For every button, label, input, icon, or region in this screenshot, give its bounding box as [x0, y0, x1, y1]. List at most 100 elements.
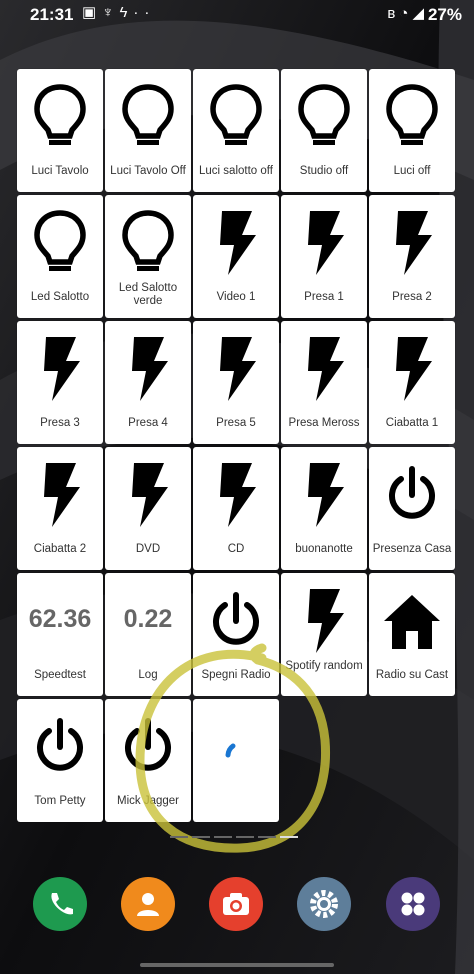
tile-video-1[interactable]: Video 1	[193, 195, 279, 318]
tile-spegni-radio[interactable]: Spegni Radio	[193, 573, 279, 696]
tile-label: Ciabatta 1	[385, 417, 439, 429]
tile-label: Mick Jagger	[117, 795, 179, 807]
tile-label: Presa 3	[40, 417, 80, 429]
power-icon	[369, 459, 455, 531]
bolt-icon	[369, 333, 455, 405]
tile-buonanotte[interactable]: buonanotte	[281, 447, 367, 570]
bolt-icon	[105, 459, 191, 531]
tile-label: Video 1	[216, 291, 256, 303]
tile-luci-salotto-off[interactable]: Luci salotto off	[193, 69, 279, 192]
tile-led-salotto[interactable]: Led Salotto	[17, 195, 103, 318]
page-dot	[236, 836, 254, 838]
bulb-icon	[17, 207, 103, 279]
tile-label: Led Salotto verde	[118, 282, 178, 307]
power-icon	[17, 711, 103, 783]
tile-presa-3[interactable]: Presa 3	[17, 321, 103, 444]
tile-presa-1[interactable]: Presa 1	[281, 195, 367, 318]
bolt-icon	[369, 207, 455, 279]
tile-label: Presa 4	[128, 417, 168, 429]
sensor-value: 0.22	[123, 605, 173, 633]
tile-ciabatta-1[interactable]: Ciabatta 1	[369, 321, 455, 444]
tile-label: CD	[227, 543, 245, 555]
tile-spotify-random[interactable]: Spotify random	[281, 573, 367, 696]
tile-luci-off[interactable]: Luci off	[369, 69, 455, 192]
tile-log[interactable]: 0.22 Log	[105, 573, 191, 696]
bulb-icon	[17, 81, 103, 153]
status-time: 21:31	[30, 5, 74, 24]
tile-label: Led Salotto	[30, 291, 90, 303]
phone-app[interactable]	[33, 877, 87, 931]
bolt-icon	[281, 207, 367, 279]
tile-presenza-casa[interactable]: Presenza Casa	[369, 447, 455, 570]
photo-icon: ▣	[82, 4, 103, 21]
system-icons: ʙ◔◢	[387, 4, 428, 22]
tile-presa-5[interactable]: Presa 5	[193, 321, 279, 444]
tile-label: Log	[138, 669, 158, 681]
bolt-icon	[281, 333, 367, 405]
tile-label: Presa 5	[216, 417, 256, 429]
apps-folder[interactable]	[386, 877, 440, 931]
tile-label: Tom Petty	[34, 795, 86, 807]
tile-speedtest[interactable]: 62.36 Speedtest	[17, 573, 103, 696]
bulb-icon	[193, 81, 279, 153]
home-icon	[369, 585, 455, 657]
bulb-icon	[281, 81, 367, 153]
bolt-icon	[193, 207, 279, 279]
tile-studio-off[interactable]: Studio off	[281, 69, 367, 192]
loading-spinner-icon	[193, 711, 279, 783]
gear-icon	[307, 887, 341, 921]
page-dot-active	[280, 836, 298, 838]
page-dot	[192, 836, 210, 838]
power-icon	[105, 711, 191, 783]
tile-loading[interactable]	[193, 699, 279, 822]
tile-label: Presa 2	[392, 291, 432, 303]
tile-label: Ciabatta 2	[33, 543, 87, 555]
tile-label: Speedtest	[34, 669, 86, 681]
tile-tom-petty[interactable]: Tom Petty	[17, 699, 103, 822]
tile-label: Studio off	[299, 165, 349, 177]
power-icon	[193, 585, 279, 657]
page-dot	[170, 836, 188, 838]
bluetooth-icon: ʙ	[387, 5, 400, 22]
notification-icons: ▣♆ϟ··	[82, 3, 155, 21]
tile-cd[interactable]: CD	[193, 447, 279, 570]
tile-label: Presenza Casa	[372, 543, 452, 555]
tile-presa-meross[interactable]: Presa Meross	[281, 321, 367, 444]
tile-presa-2[interactable]: Presa 2	[369, 195, 455, 318]
navigation-handle[interactable]	[140, 963, 334, 967]
bolt-icon	[281, 459, 367, 531]
usb-icon: ♆	[102, 4, 120, 21]
phone-icon	[45, 889, 75, 919]
camera-icon	[220, 889, 252, 919]
battery-level: 27%	[427, 5, 462, 24]
tile-label: Presa Meross	[288, 417, 360, 429]
tile-dvd[interactable]: DVD	[105, 447, 191, 570]
page-dot	[214, 836, 232, 838]
apps-icon	[398, 889, 428, 919]
tile-led-salotto-verde[interactable]: Led Salotto verde	[105, 195, 191, 318]
tile-presa-4[interactable]: Presa 4	[105, 321, 191, 444]
camera-app[interactable]	[209, 877, 263, 931]
sensor-value: 62.36	[28, 605, 92, 633]
bulb-icon	[105, 81, 191, 153]
bolt-icon	[281, 585, 367, 657]
bolt-icon	[105, 333, 191, 405]
tile-luci-tavolo[interactable]: Luci Tavolo	[17, 69, 103, 192]
settings-app[interactable]	[297, 877, 351, 931]
more-dots-icon: ··	[133, 4, 156, 21]
wifi-icon: ◔	[399, 5, 413, 22]
signal-icon: ◢	[412, 5, 428, 22]
tile-radio-su-cast[interactable]: Radio su Cast	[369, 573, 455, 696]
tile-label: Luci off	[393, 165, 431, 177]
tile-label: Presa 1	[304, 291, 344, 303]
tile-label: DVD	[135, 543, 161, 555]
tile-label: Spotify random	[285, 660, 363, 672]
tile-label: Radio su Cast	[375, 669, 449, 681]
contacts-app[interactable]	[121, 877, 175, 931]
tile-ciabatta-2[interactable]: Ciabatta 2	[17, 447, 103, 570]
bulb-icon	[105, 207, 191, 279]
tile-luci-tavolo-off[interactable]: Luci Tavolo Off	[105, 69, 191, 192]
bolt-icon	[193, 333, 279, 405]
tile-mick-jagger[interactable]: Mick Jagger	[105, 699, 191, 822]
tile-label: Spegni Radio	[201, 669, 271, 681]
